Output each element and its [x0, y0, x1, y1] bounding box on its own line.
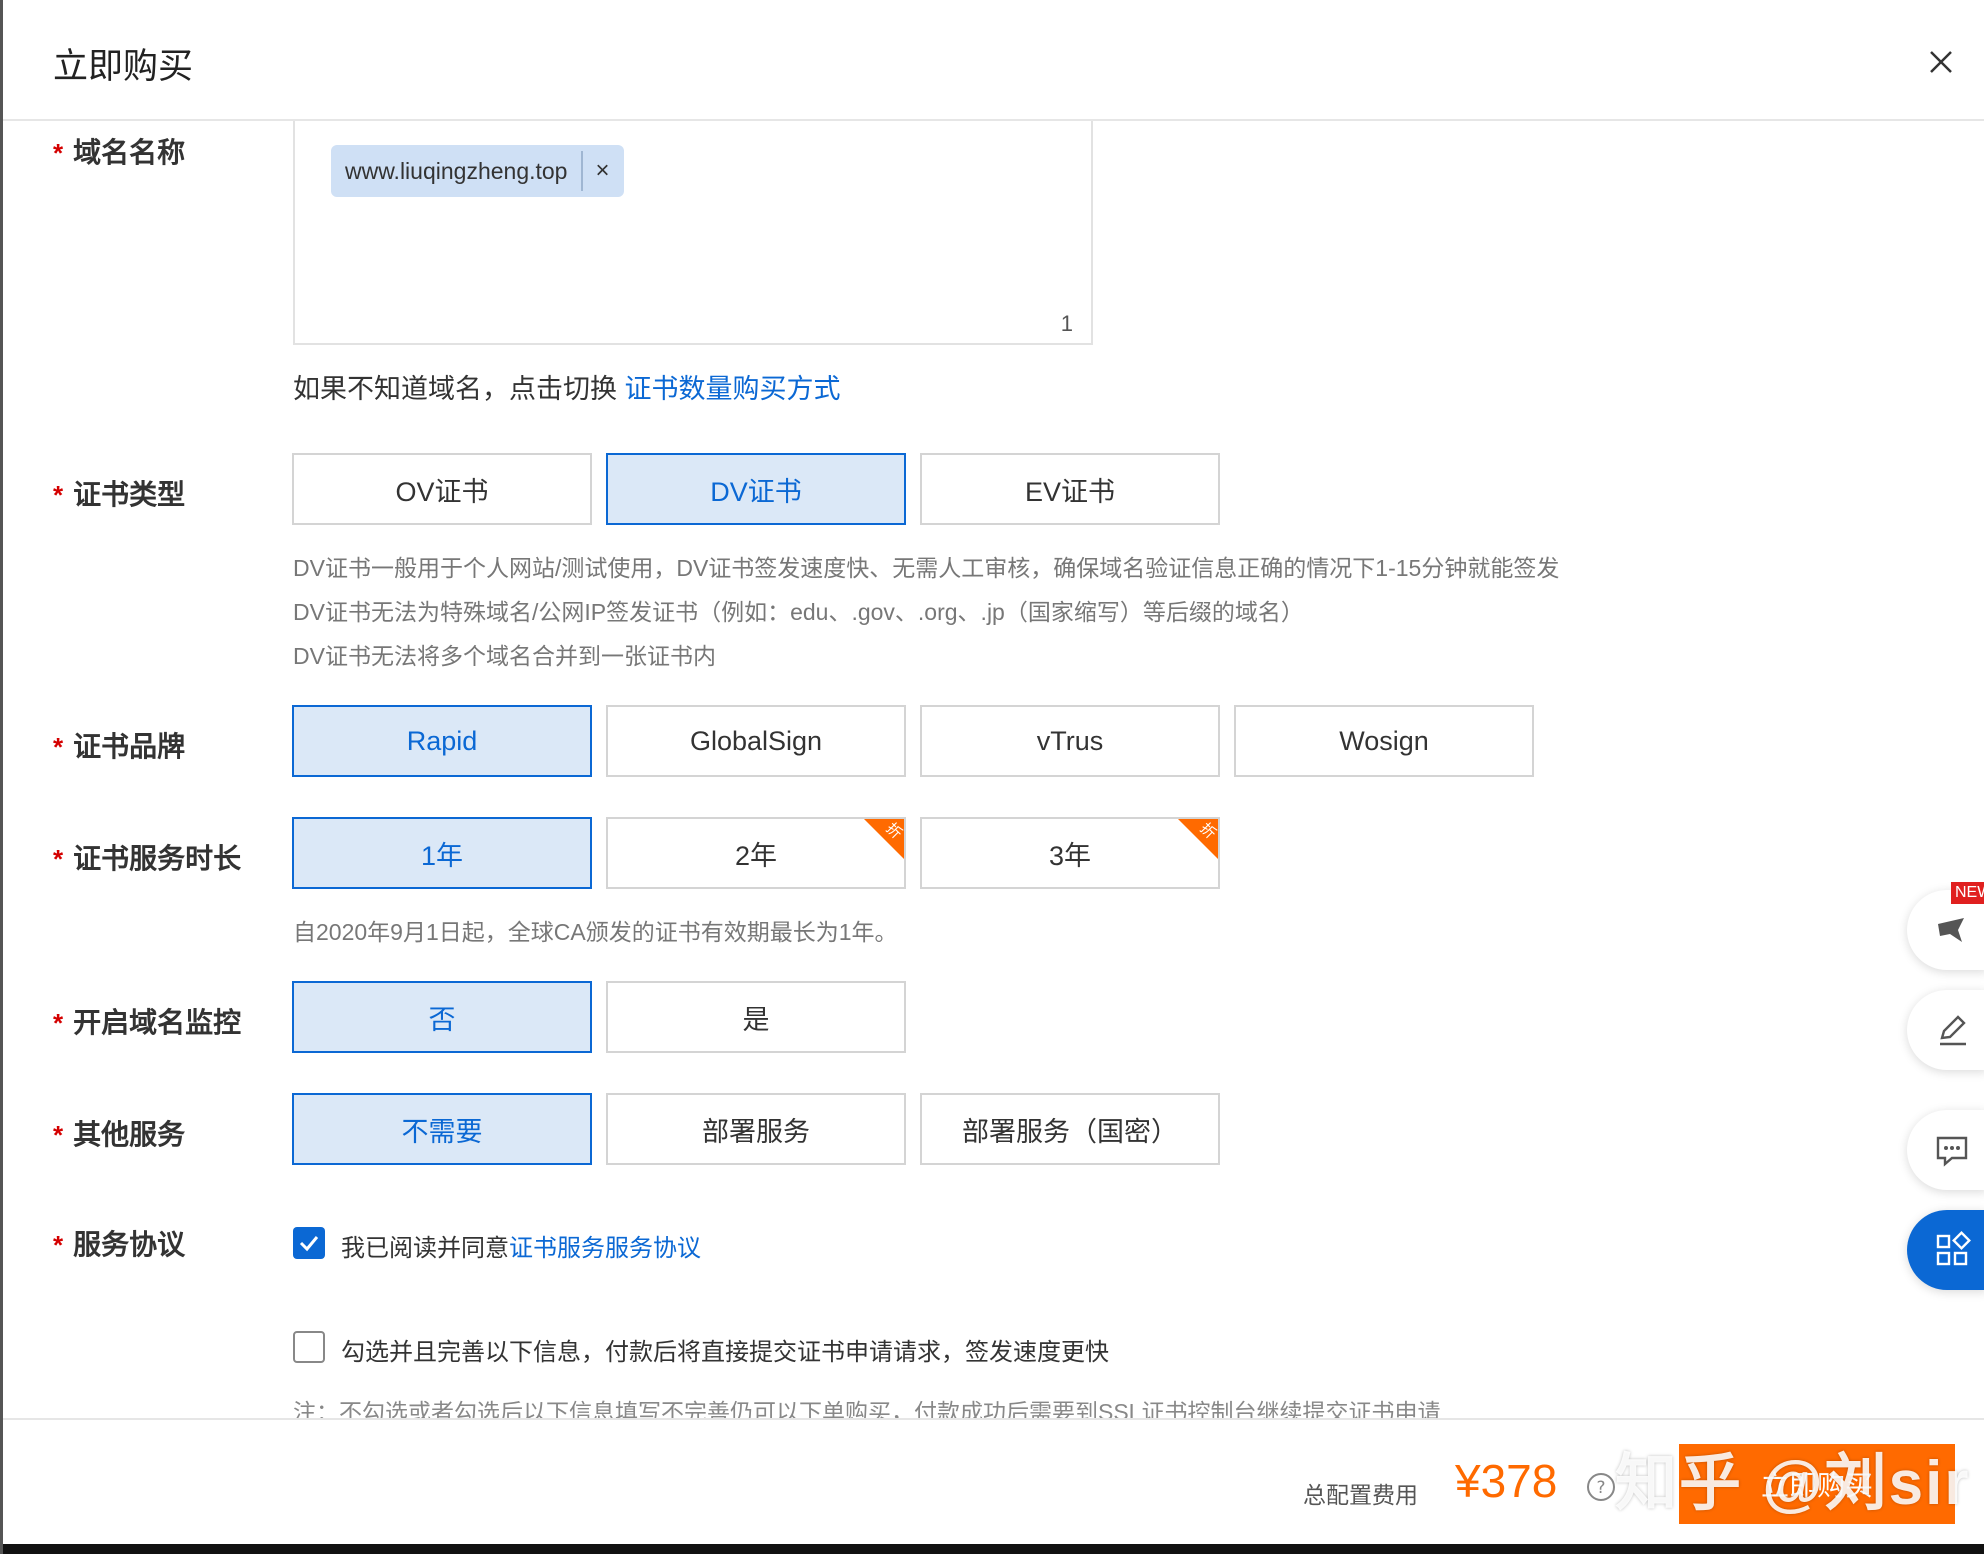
domain-tag: www.liuqingzheng.top ×: [331, 145, 624, 197]
domain-count: 1: [1060, 311, 1073, 336]
required-mark: *: [53, 732, 64, 762]
other-services-label-text: 其他服务: [73, 1119, 186, 1150]
brand-option-rapid[interactable]: Rapid: [292, 705, 592, 777]
duration-option-2y[interactable]: 2年 折: [606, 817, 906, 889]
side-tool-chat[interactable]: [1907, 1110, 1984, 1190]
agreement-text-prefix: 我已阅读并同意: [341, 1235, 509, 1262]
purchase-dialog: 立即购买 * 域名名称 www.liuqingzheng.top × 1 如果不知…: [0, 0, 1984, 1554]
cert-type-label-text: 证书类型: [73, 479, 186, 510]
duration-desc: 自2020年9月1日起，全球CA颁发的证书有效期最长为1年。: [293, 919, 898, 945]
total-price: ¥378: [1455, 1455, 1558, 1507]
agreement-text: 我已阅读并同意证书服务服务协议: [341, 1228, 701, 1263]
monitor-label: * 开启域名监控: [53, 1001, 241, 1041]
brand-option-globalsign[interactable]: GlobalSign: [606, 705, 906, 777]
service-agreement-link[interactable]: 证书服务服务协议: [509, 1235, 701, 1262]
dialog-header: 立即购买: [3, 0, 1984, 121]
help-icon[interactable]: ?: [1586, 1472, 1616, 1502]
required-mark: *: [53, 1120, 64, 1150]
cert-type-option-ov[interactable]: OV证书: [292, 453, 592, 525]
duration-option-3y[interactable]: 3年 折: [920, 817, 1220, 889]
close-button[interactable]: [1921, 42, 1961, 82]
duration-option-3y-label: 3年: [1048, 840, 1092, 871]
other-option-none[interactable]: 不需要: [292, 1093, 592, 1165]
close-icon: [1930, 51, 1952, 73]
brand-option-vtrus[interactable]: vTrus: [920, 705, 1220, 777]
svg-text:?: ?: [1596, 1478, 1605, 1498]
required-mark: *: [53, 138, 64, 168]
new-badge: NEW: [1951, 882, 1984, 904]
brand-label-text: 证书品牌: [73, 731, 186, 762]
domain-hint-text: 如果不知道域名，点击切换: [293, 374, 625, 404]
total-cost-label: 总配置费用: [1303, 1482, 1418, 1508]
other-services-label: * 其他服务: [53, 1113, 185, 1153]
domain-label: * 域名名称: [53, 131, 185, 171]
duration-label: * 证书服务时长: [53, 837, 241, 877]
duration-option-1y[interactable]: 1年: [292, 817, 592, 889]
cert-type-desc-1: DV证书一般用于个人网站/测试使用，DV证书签发速度快、无需人工审核，确保域名验…: [293, 555, 1560, 581]
quick-submit-checkbox[interactable]: [293, 1331, 325, 1363]
monitor-label-text: 开启域名监控: [73, 1007, 242, 1038]
cert-type-label: * 证书类型: [53, 473, 185, 513]
required-mark: *: [53, 480, 64, 510]
side-tool-apps[interactable]: [1907, 1210, 1984, 1290]
domain-tag-text: www.liuqingzheng.top: [345, 151, 584, 191]
chat-icon: [1936, 1136, 1968, 1167]
agreement-label: * 服务协议: [53, 1223, 185, 1263]
bird-icon: [1938, 918, 1964, 942]
cert-type-desc-3: DV证书无法将多个域名合并到一张证书内: [293, 643, 716, 669]
agreement-label-text: 服务协议: [73, 1229, 186, 1260]
cert-type-desc-2: DV证书无法为特殊域名/公网IP签发证书（例如：edu、.gov、.org、.j…: [293, 599, 1304, 625]
other-option-deploy-sm[interactable]: 部署服务（国密）: [920, 1093, 1220, 1165]
brand-label: * 证书品牌: [53, 725, 185, 765]
cert-type-option-dv[interactable]: DV证书: [606, 453, 906, 525]
other-option-deploy[interactable]: 部署服务: [606, 1093, 906, 1165]
brand-option-wosign[interactable]: Wosign: [1234, 705, 1534, 777]
duration-label-text: 证书服务时长: [73, 843, 242, 874]
check-icon: [299, 1236, 319, 1252]
edit-icon: [1940, 1015, 1966, 1046]
monitor-option-no[interactable]: 否: [292, 981, 592, 1053]
quick-submit-text: 勾选并且完善以下信息，付款后将直接提交证书申请请求，签发速度更快: [341, 1339, 1109, 1366]
apps-icon: [1936, 1231, 1971, 1266]
cert-type-option-ev[interactable]: EV证书: [920, 453, 1220, 525]
side-tool-edit[interactable]: [1907, 990, 1984, 1070]
duration-option-1y-label: 1年: [420, 840, 464, 871]
watermark: 知乎 @刘sir: [1615, 1449, 1971, 1518]
agreement-checkbox[interactable]: [293, 1227, 325, 1259]
form-content: * 域名名称 www.liuqingzheng.top × 1 如果不知道域名，点…: [3, 121, 1984, 1418]
monitor-option-yes[interactable]: 是: [606, 981, 906, 1053]
bottom-edge-bar: [3, 1544, 1984, 1554]
dialog-title: 立即购买: [53, 47, 194, 86]
required-mark: *: [53, 844, 64, 874]
domain-tag-remove-button[interactable]: ×: [583, 157, 609, 185]
domain-input[interactable]: www.liuqingzheng.top × 1: [293, 121, 1093, 345]
domain-hint: 如果不知道域名，点击切换 证书数量购买方式: [293, 367, 841, 406]
quick-submit-note: 注：不勾选或者勾选后以下信息填写不完善仍可以下单购买，付款成功后需要到SSL证书…: [293, 1399, 1441, 1418]
required-mark: *: [53, 1230, 64, 1260]
switch-quantity-link[interactable]: 证书数量购买方式: [625, 374, 841, 404]
domain-label-text: 域名名称: [73, 137, 186, 168]
required-mark: *: [53, 1008, 64, 1038]
duration-option-2y-label: 2年: [734, 840, 778, 871]
